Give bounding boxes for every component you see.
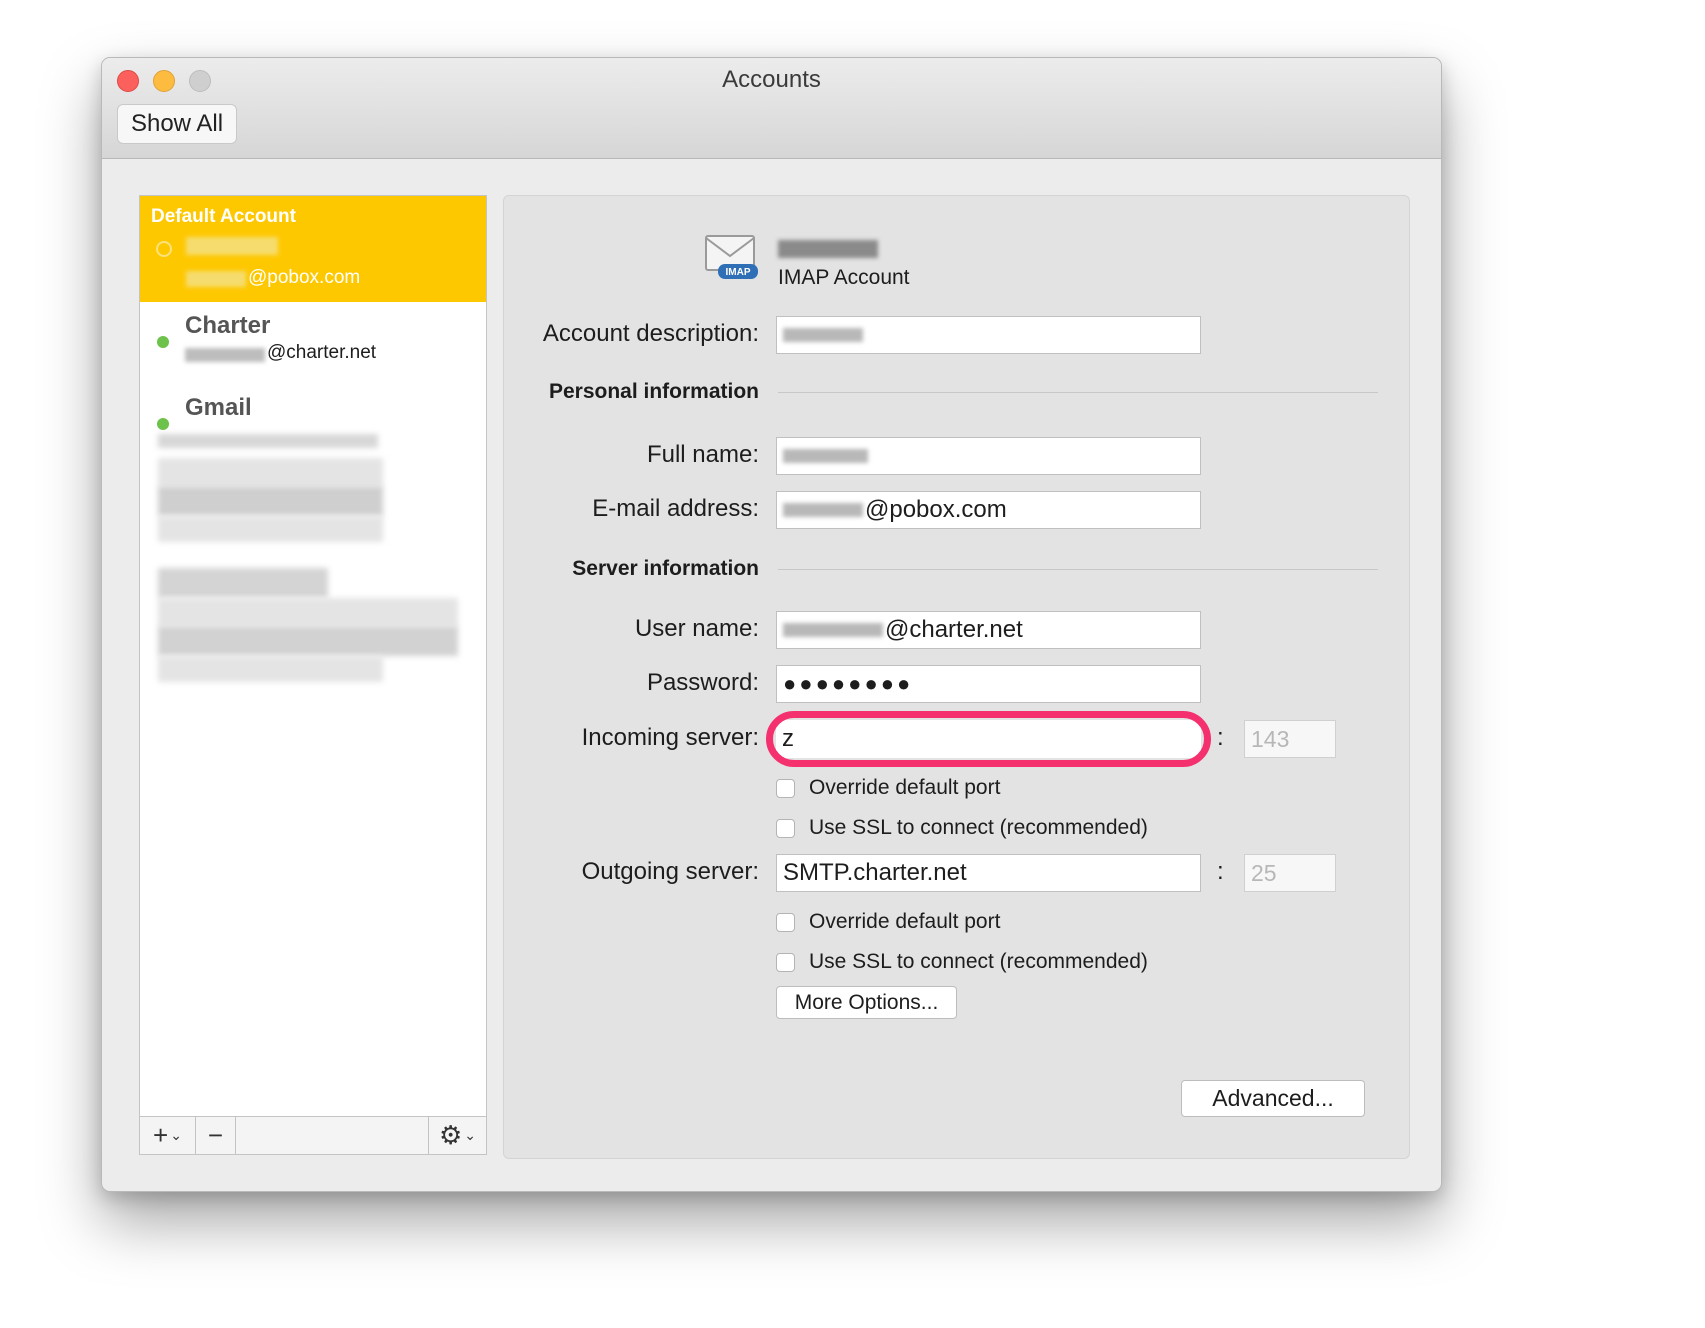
outgoing-use-ssl-checkbox[interactable]: Use SSL to connect (recommended) — [776, 950, 1148, 974]
redacted-content — [158, 486, 383, 516]
imap-envelope-icon: IMAP — [705, 235, 758, 279]
redacted-content — [158, 626, 458, 656]
email-address-label: E-mail address: — [592, 495, 759, 522]
personal-information-heading: Personal information — [548, 380, 759, 403]
add-account-button[interactable]: + ⌄ — [140, 1117, 196, 1154]
outgoing-server-value: SMTP.charter.net — [783, 859, 967, 886]
outgoing-server-field[interactable]: SMTP.charter.net — [776, 854, 1201, 892]
checkbox[interactable] — [776, 778, 795, 798]
redacted-value — [783, 623, 883, 637]
window-title: Accounts — [722, 66, 821, 93]
account-name: Gmail — [185, 394, 252, 421]
plus-icon: + — [153, 1120, 169, 1150]
outgoing-server-label: Outgoing server: — [581, 858, 759, 885]
accounts-list: Default Account @pobox.com Charter @char… — [139, 195, 487, 1155]
accounts-toolbar: + ⌄ − ⚙ ⌄ — [140, 1116, 486, 1154]
status-dot-icon — [157, 336, 169, 348]
account-description-field[interactable] — [776, 316, 1201, 354]
checkbox-label: Use SSL to connect (recommended) — [809, 950, 1148, 973]
section-divider — [778, 569, 1378, 570]
account-type: IMAP Account — [778, 266, 910, 289]
full-name-field[interactable] — [776, 437, 1201, 475]
title-bar: Accounts Show All — [102, 58, 1441, 159]
port-separator: : — [1217, 724, 1224, 751]
status-ring-icon — [156, 241, 172, 257]
outgoing-port-placeholder: 25 — [1251, 859, 1277, 886]
checkbox[interactable] — [776, 952, 795, 972]
incoming-port-field[interactable]: 143 — [1244, 720, 1336, 758]
account-item-default[interactable]: Default Account @pobox.com — [140, 196, 486, 302]
default-account-email: @pobox.com — [248, 267, 361, 288]
account-name: Charter — [185, 312, 271, 339]
incoming-port-placeholder: 143 — [1251, 725, 1290, 752]
redacted-content — [158, 656, 383, 682]
advanced-button[interactable]: Advanced... — [1181, 1080, 1365, 1117]
account-description-label: Account description: — [542, 320, 759, 347]
user-name-label: User name: — [634, 615, 759, 642]
checkbox[interactable] — [776, 912, 795, 932]
account-item-gmail[interactable]: Gmail — [140, 384, 486, 464]
checkbox-label: Use SSL to connect (recommended) — [809, 816, 1148, 839]
full-name-label: Full name: — [646, 441, 759, 468]
minus-icon: − — [207, 1120, 224, 1150]
account-actions-button[interactable]: ⚙ ⌄ — [428, 1117, 486, 1154]
redacted-value — [783, 449, 868, 463]
checkbox-label: Override default port — [809, 776, 1001, 799]
chevron-down-icon: ⌄ — [170, 1127, 182, 1143]
highlight-annotation — [766, 711, 1211, 767]
checkbox[interactable] — [776, 818, 795, 838]
redacted-value — [783, 503, 863, 517]
accounts-window: Accounts Show All Default Account @pobox… — [101, 57, 1442, 1192]
gear-icon: ⚙ — [438, 1120, 463, 1150]
redacted-account-title — [778, 240, 878, 258]
port-separator: : — [1217, 858, 1224, 885]
redacted-content — [158, 568, 328, 598]
password-value: ●●●●●●●● — [783, 671, 914, 696]
account-item-charter[interactable]: Charter @charter.net — [140, 302, 486, 382]
more-options-button[interactable]: More Options... — [776, 986, 957, 1019]
outgoing-port-field[interactable]: 25 — [1244, 854, 1336, 892]
server-information-heading: Server information — [572, 557, 759, 580]
remove-account-button[interactable]: − — [196, 1117, 236, 1154]
redacted-email — [185, 348, 265, 362]
checkbox-label: Override default port — [809, 910, 1001, 933]
account-detail-panel: IMAP IMAP Account Account description: P… — [503, 195, 1410, 1159]
incoming-server-label: Incoming server: — [581, 724, 759, 751]
password-label: Password: — [646, 669, 759, 696]
redacted-content — [158, 434, 378, 448]
redacted-value — [783, 328, 863, 342]
password-field[interactable]: ●●●●●●●● — [776, 665, 1201, 703]
show-all-button[interactable]: Show All — [117, 104, 237, 144]
account-email: @charter.net — [267, 342, 377, 363]
incoming-use-ssl-checkbox[interactable]: Use SSL to connect (recommended) — [776, 816, 1148, 840]
incoming-override-port-checkbox[interactable]: Override default port — [776, 776, 1000, 800]
user-name-value: @charter.net — [885, 616, 1023, 643]
redacted-content — [158, 516, 383, 542]
chevron-down-icon: ⌄ — [464, 1127, 477, 1143]
redacted-content — [158, 598, 458, 626]
imap-badge-label: IMAP — [726, 267, 751, 278]
email-address-value: @pobox.com — [865, 496, 1007, 523]
section-divider — [778, 392, 1378, 393]
user-name-field[interactable]: @charter.net — [776, 611, 1201, 649]
email-address-field[interactable]: @pobox.com — [776, 491, 1201, 529]
status-dot-icon — [157, 418, 169, 430]
redacted-content — [158, 458, 383, 486]
outgoing-override-port-checkbox[interactable]: Override default port — [776, 910, 1000, 934]
redacted-account-name — [186, 237, 278, 255]
default-account-header: Default Account — [151, 206, 296, 227]
redacted-email — [186, 271, 246, 287]
